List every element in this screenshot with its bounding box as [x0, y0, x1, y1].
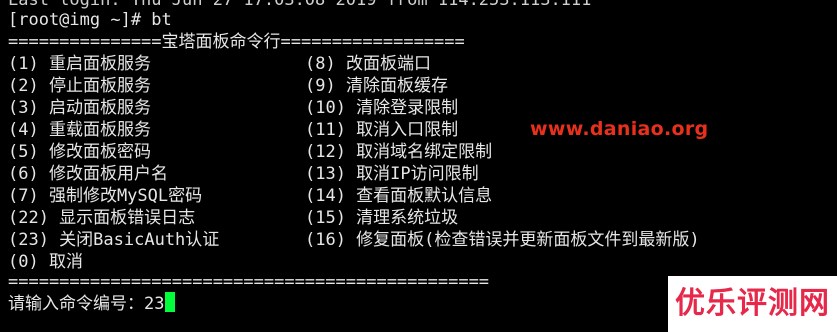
menu-item-13: (13) 取消IP访问限制 — [305, 164, 479, 184]
terminal-window[interactable]: Last login: Thu Jun 27 17:03:08 2019 fro… — [0, 0, 837, 332]
menu-item-16: (16) 修复面板(检查错误并更新面板文件到最新版) — [305, 230, 700, 250]
command-input-row[interactable]: 请输入命令编号：23 — [8, 292, 176, 314]
menu-item-6: (6) 修改面板用户名 — [8, 164, 168, 184]
menu-item-3: (3) 启动面板服务 — [8, 98, 151, 118]
menu-item-8: (8) 改面板端口 — [305, 54, 431, 74]
menu-title-line: ===============宝塔面板命令行================== — [8, 32, 465, 52]
menu-item-15: (15) 清理系统垃圾 — [305, 208, 459, 228]
menu-item-5: (5) 修改面板密码 — [8, 142, 151, 162]
command-input-prompt: 请输入命令编号： — [8, 294, 144, 314]
command-input-value[interactable]: 23 — [144, 294, 164, 314]
menu-item-23: (23) 关闭BasicAuth认证 — [8, 230, 220, 250]
menu-item-10: (10) 清除登录限制 — [305, 98, 459, 118]
menu-item-0: (0) 取消 — [8, 252, 83, 272]
brand-watermark-text: 优乐评测网 — [675, 286, 830, 321]
text-cursor — [165, 292, 176, 312]
shell-prompt-line: [root@img ~]# bt — [8, 10, 172, 30]
menu-item-1: (1) 重启面板服务 — [8, 54, 151, 74]
menu-item-22: (22) 显示面板错误日志 — [8, 208, 196, 228]
menu-item-9: (9) 清除面板缓存 — [305, 76, 448, 96]
menu-item-12: (12) 取消域名绑定限制 — [305, 142, 493, 162]
menu-item-7: (7) 强制修改MySQL密码 — [8, 186, 203, 206]
brand-watermark: 优乐评测网 — [668, 276, 837, 332]
menu-item-14: (14) 查看面板默认信息 — [305, 186, 493, 206]
url-watermark: www.daniao.org — [530, 118, 709, 140]
separator-line: ========================================… — [8, 272, 490, 292]
menu-item-11: (11) 取消入口限制 — [305, 120, 459, 140]
menu-item-2: (2) 停止面板服务 — [8, 76, 151, 96]
menu-item-4: (4) 重载面板服务 — [8, 120, 151, 140]
